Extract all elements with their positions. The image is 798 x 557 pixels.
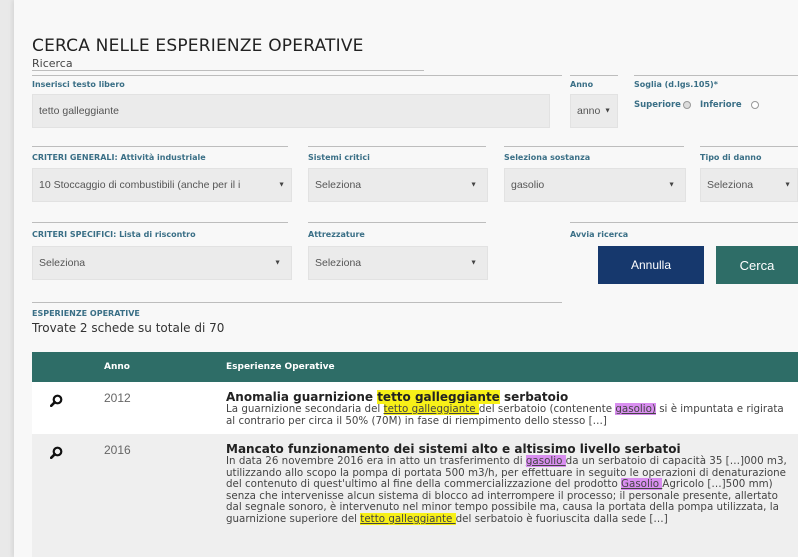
search-icon[interactable] [49, 444, 63, 463]
results-count: Trovate 2 schede su totale di 70 [32, 321, 225, 335]
text-search-label: Inserisci testo libero [32, 80, 125, 89]
results-section-label: ESPERIENZE OPERATIVE [32, 309, 140, 318]
divider [32, 146, 288, 147]
cerca-button[interactable]: Cerca [716, 246, 798, 284]
chevron-down-icon: ▼ [604, 107, 611, 115]
search-icon[interactable] [49, 392, 63, 411]
divider [32, 75, 562, 76]
radio-superiore[interactable] [683, 101, 691, 109]
chevron-down-icon: ▼ [470, 259, 477, 267]
sistemi-critici-select[interactable]: Seleziona ▼ [308, 168, 488, 202]
table-row[interactable]: 2016 Mancato funzionamento dei sistemi a… [32, 434, 798, 557]
radio-inferiore-label: Inferiore [700, 100, 742, 110]
anno-select-value: anno [577, 105, 601, 117]
tipo-danno-select[interactable]: Seleziona ▼ [700, 168, 798, 202]
divider [32, 222, 288, 223]
page-subtitle: Ricerca [32, 57, 73, 70]
results-table-header: Anno Esperienze Operative [32, 352, 798, 382]
criteri-generali-value: 10 Stoccaggio di combustibili (anche per… [39, 179, 241, 191]
attrezzature-value: Seleziona [315, 257, 362, 269]
divider [634, 75, 798, 76]
col-esperienze-header: Esperienze Operative [226, 362, 335, 372]
sostanza-label: Seleziona sostanza [504, 153, 591, 162]
text-search-input[interactable]: tetto galleggiante [32, 94, 550, 128]
criteri-specifici-value: Seleziona [39, 257, 86, 269]
divider [32, 70, 424, 71]
chevron-down-icon: ▼ [668, 181, 675, 189]
chevron-down-icon: ▼ [470, 181, 477, 189]
tipo-danno-label: Tipo di danno [700, 153, 762, 162]
row-title[interactable]: Mancato funzionamento dei sistemi alto e… [226, 442, 681, 456]
sostanza-value: gasolio [511, 179, 545, 191]
anno-select[interactable]: anno ▼ [570, 94, 618, 128]
divider [308, 146, 486, 147]
sistemi-critici-label: Sistemi critici [308, 153, 370, 162]
criteri-generali-label: CRITERI GENERALI: Attività industriale [32, 153, 206, 162]
tipo-danno-value: Seleziona [707, 179, 754, 191]
row-excerpt: In data 26 novembre 2016 era in atto un … [226, 455, 787, 525]
annulla-button[interactable]: Annulla [598, 246, 704, 284]
radio-inferiore[interactable] [751, 101, 759, 109]
divider [570, 222, 798, 223]
divider [308, 222, 486, 223]
radio-superiore-label: Superiore [634, 100, 681, 110]
text-search-value: tetto galleggiante [39, 105, 119, 117]
criteri-specifici-label: CRITERI SPECIFICI: Lista di riscontro [32, 230, 196, 239]
attrezzature-label: Attrezzature [308, 230, 365, 239]
divider [570, 75, 618, 76]
chevron-down-icon: ▼ [784, 181, 791, 189]
divider [504, 146, 684, 147]
page-title: CERCA NELLE ESPERIENZE OPERATIVE [32, 36, 364, 56]
chevron-down-icon: ▼ [274, 259, 281, 267]
row-year: 2016 [104, 443, 131, 457]
chevron-down-icon: ▼ [278, 181, 285, 189]
row-title[interactable]: Anomalia guarnizione tetto galleggiante … [226, 390, 568, 404]
soglia-label: Soglia (d.lgs.105)* [634, 80, 718, 89]
divider [32, 302, 562, 303]
attrezzature-select[interactable]: Seleziona ▼ [308, 246, 488, 280]
table-row[interactable]: 2012 Anomalia guarnizione tetto galleggi… [32, 382, 798, 434]
anno-label: Anno [570, 80, 594, 89]
search-page: CERCA NELLE ESPERIENZE OPERATIVE Ricerca… [14, 0, 798, 557]
avvia-ricerca-label: Avvia ricerca [570, 230, 629, 239]
sistemi-critici-value: Seleziona [315, 179, 362, 191]
row-excerpt: La guarnizione secondaria del tetto gall… [226, 403, 784, 427]
sostanza-select[interactable]: gasolio ▼ [504, 168, 686, 202]
col-anno-header: Anno [104, 362, 130, 372]
divider [700, 146, 798, 147]
criteri-specifici-select[interactable]: Seleziona ▼ [32, 246, 292, 280]
criteri-generali-select[interactable]: 10 Stoccaggio di combustibili (anche per… [32, 168, 292, 202]
row-year: 2012 [104, 391, 131, 405]
